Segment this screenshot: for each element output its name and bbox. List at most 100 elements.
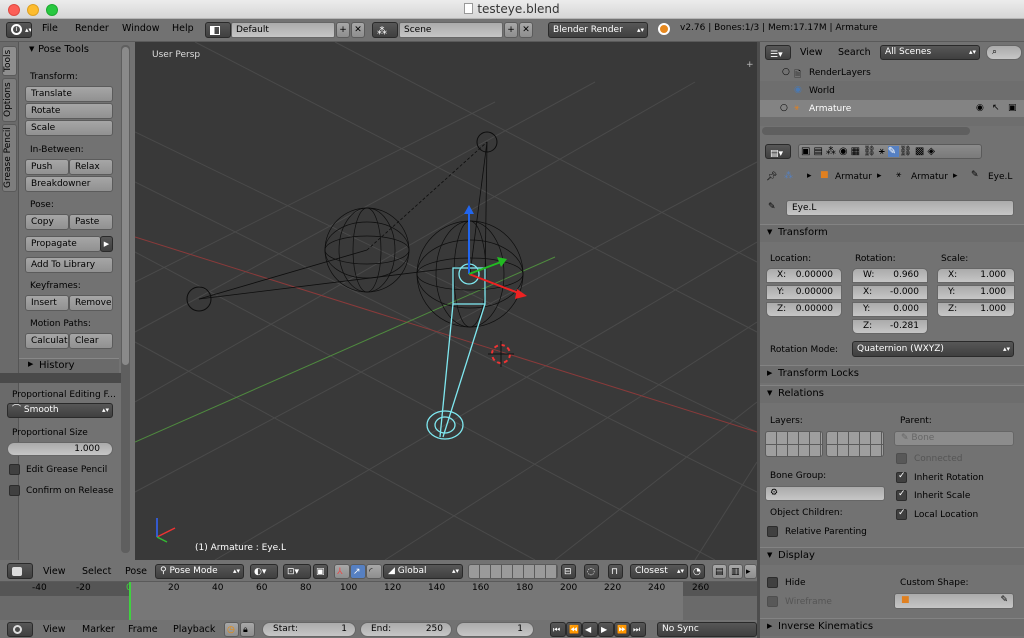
rotation-z-field[interactable]: Z: -0.281 — [852, 319, 928, 334]
bone-layers-grid-a[interactable] — [765, 431, 823, 457]
inherit-rotation-checkbox[interactable] — [896, 471, 907, 483]
jump-start-icon[interactable]: ⏮ — [550, 622, 566, 637]
local-location-checkbox[interactable] — [896, 508, 907, 520]
display-filter-dropdown[interactable]: All Scenes ▴▾ — [880, 45, 980, 60]
pivot-point-icon[interactable]: ⊡▾ — [283, 564, 311, 579]
bone-name-field[interactable]: Eye.L — [786, 200, 1014, 216]
editor-type-3d-icon[interactable] — [7, 563, 33, 579]
editor-type-timeline-icon[interactable] — [7, 622, 33, 637]
manipulator-toggle-icon[interactable]: ▣ — [313, 564, 328, 579]
editor-type-info-icon[interactable]: i ▴▾ — [6, 22, 32, 38]
copy-pose-button[interactable]: Copy — [25, 214, 69, 230]
current-frame-field[interactable]: 1 — [456, 622, 534, 637]
location-y-field[interactable]: Y: 0.00000 — [766, 285, 842, 300]
rotate-button[interactable]: Rotate — [25, 103, 113, 119]
proportional-edit-icon[interactable]: ◌ — [584, 564, 599, 579]
menu-view[interactable]: View — [800, 47, 823, 58]
menu-select[interactable]: Select — [82, 566, 111, 577]
scale-y-field[interactable]: Y: 1.000 — [937, 285, 1015, 300]
context-tabs[interactable]: ▣▤⁂◉▦⛓⚹✎⛓▩◈ — [798, 144, 982, 159]
layers-grid[interactable] — [468, 564, 558, 579]
menu-render[interactable]: Render — [75, 23, 109, 34]
editor-type-properties-icon[interactable]: ▤▾ — [765, 144, 791, 159]
screen-layout-icon[interactable] — [205, 22, 231, 38]
menu-frame[interactable]: Frame — [128, 624, 158, 635]
renderlayers-item[interactable]: RenderLayers — [809, 68, 871, 78]
start-frame-field[interactable]: Start: 1 — [262, 622, 356, 637]
snap-element-icon[interactable]: ◔ — [690, 564, 705, 579]
sync-dropdown[interactable]: No Sync — [657, 622, 757, 637]
relative-parenting-checkbox[interactable] — [767, 526, 778, 537]
location-z-field[interactable]: Z: 0.00000 — [766, 302, 842, 317]
render-layers-tab-icon[interactable]: ▤ — [813, 146, 825, 157]
remove-scene-button[interactable]: ✕ — [519, 22, 533, 38]
menu-file[interactable]: File — [42, 23, 58, 34]
lock-layers-icon[interactable]: ⊟ — [561, 564, 576, 579]
visibility-eye-icon[interactable]: ◉ — [976, 103, 984, 113]
render-image-icon[interactable]: ▤ — [712, 564, 727, 579]
eyedropper-icon[interactable]: ✎ — [1000, 594, 1008, 607]
connected-checkbox[interactable] — [896, 453, 907, 464]
render-engine-dropdown[interactable]: Blender Render ▴▾ — [548, 22, 648, 38]
remove-keyframe-button[interactable]: Remove — [69, 295, 113, 311]
scale-manipulator-icon[interactable]: ◜ — [366, 564, 382, 579]
confirm-release-checkbox[interactable] — [9, 485, 20, 496]
transform-panel-header[interactable]: ▼ Transform — [760, 224, 1024, 242]
scene-tab-icon[interactable]: ⁂ — [826, 146, 839, 157]
render-tab-icon[interactable]: ▣ — [801, 146, 813, 157]
world-tab-icon[interactable]: ◉ — [839, 146, 851, 157]
remove-layout-button[interactable]: ✕ — [351, 22, 365, 38]
tab-options[interactable]: Options — [2, 78, 17, 122]
insert-keyframe-button[interactable]: Insert — [25, 295, 69, 311]
display-panel-header[interactable]: ▼ Display — [760, 547, 1024, 565]
material-tab-icon[interactable]: ◈ — [927, 146, 938, 157]
play-icon[interactable]: ▶ — [598, 622, 614, 637]
edit-grease-checkbox[interactable] — [9, 464, 20, 475]
menu-search[interactable]: Search — [838, 47, 871, 58]
pose-tools-title[interactable]: Pose Tools — [38, 44, 89, 55]
menu-playback[interactable]: Playback — [173, 624, 215, 635]
menu-pose[interactable]: Pose — [125, 566, 147, 577]
menu-help[interactable]: Help — [172, 23, 194, 34]
bone-tab-icon[interactable]: ✎ — [887, 146, 900, 157]
push-button[interactable]: Push — [25, 159, 69, 175]
render-animation-icon[interactable]: ▥ — [728, 564, 743, 579]
menu-view[interactable]: View — [43, 566, 66, 577]
texture-tab-icon[interactable]: ▩ — [915, 146, 927, 157]
translate-button[interactable]: Translate — [25, 86, 113, 102]
bone-layers-grid-b[interactable] — [826, 431, 884, 457]
add-layout-button[interactable]: + — [336, 22, 350, 38]
snap-target-dropdown[interactable]: Closest ▴▾ — [630, 564, 688, 579]
mode-dropdown[interactable]: ⚲ Pose Mode ▴▾ — [155, 564, 244, 579]
proportional-falloff-dropdown[interactable]: ⌒ Smooth ▴▾ — [7, 403, 113, 418]
paste-pose-button[interactable]: Paste — [69, 214, 113, 230]
renderability-camera-icon[interactable]: ▣ — [1008, 103, 1017, 113]
end-frame-field[interactable]: End: 250 — [360, 622, 452, 637]
ik-panel-header[interactable]: ▶ Inverse Kinematics — [760, 618, 1024, 636]
scene-icon[interactable]: ⁂ — [372, 22, 398, 38]
data-tab-icon[interactable]: ⚹ — [879, 146, 888, 157]
selectability-arrow-icon[interactable]: ↖ — [992, 103, 1000, 113]
scene-field[interactable]: Scene — [399, 22, 503, 38]
propagate-button[interactable]: Propagate — [25, 236, 101, 252]
overflow-icon[interactable]: ▸ — [744, 564, 757, 579]
armature-item[interactable]: Armature — [809, 104, 851, 114]
history-panel-header[interactable]: ▶ History — [19, 358, 119, 373]
outliner-search-field[interactable]: ⌕ — [986, 45, 1022, 60]
viewport-plus-icon[interactable]: + — [746, 60, 754, 70]
scale-button[interactable]: Scale — [25, 120, 113, 136]
zoom-window-button[interactable] — [46, 4, 58, 16]
prev-keyframe-icon[interactable]: ⏪ — [566, 622, 582, 637]
menu-window[interactable]: Window — [122, 23, 159, 34]
next-keyframe-icon[interactable]: ⏩ — [614, 622, 630, 637]
bone-group-field[interactable]: ⚙ — [765, 486, 885, 501]
world-item[interactable]: World — [809, 86, 835, 96]
rotate-manipulator-icon[interactable]: ↗ — [350, 564, 366, 579]
3d-viewport[interactable]: User Persp (1) Armature : Eye.L + — [135, 42, 757, 560]
hide-checkbox[interactable] — [767, 577, 778, 588]
gizmo-x-arrowhead[interactable] — [515, 289, 527, 299]
minimize-window-button[interactable] — [27, 4, 39, 16]
pin-icon[interactable]: 📌︎ — [766, 172, 777, 182]
location-x-field[interactable]: X: 0.00000 — [766, 268, 842, 283]
propagate-options-icon[interactable]: ▶ — [100, 236, 113, 252]
